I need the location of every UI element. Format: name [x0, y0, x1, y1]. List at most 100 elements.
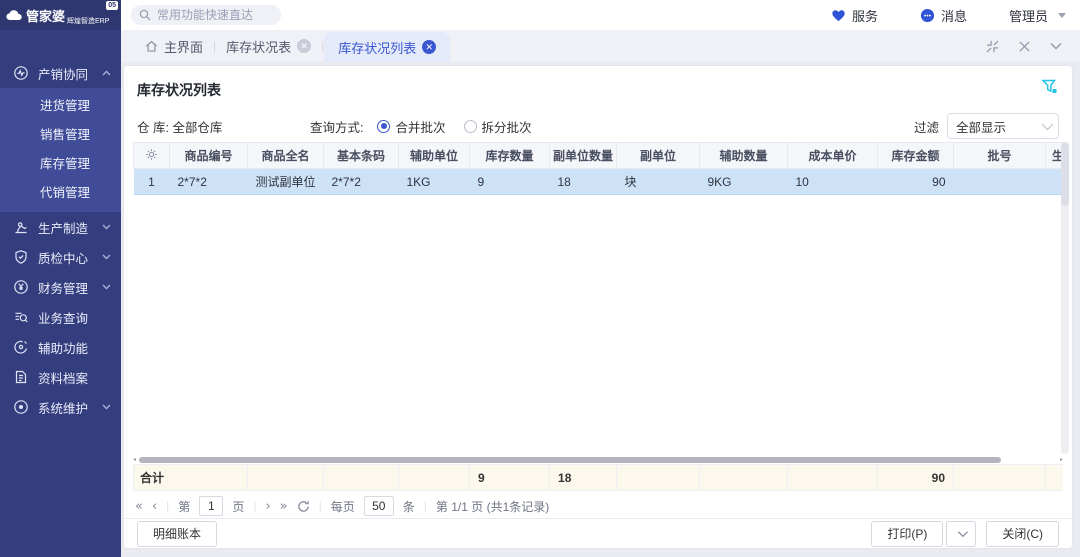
table-row-selected[interactable]: 1 2*7*2 测试副单位 2*7*2 1KG 9 18 块 9KG 10 90 [134, 169, 1064, 195]
column-header[interactable]: 库存金额 [878, 143, 954, 169]
refresh-icon[interactable] [297, 500, 310, 513]
radio-selected-icon [377, 120, 390, 133]
tab-home[interactable]: 主界面 [135, 30, 213, 62]
topbar-right: 服务 消息 管理员 [831, 6, 1066, 25]
detail-ledger-button[interactable]: 明细账本 [137, 521, 217, 547]
sidebar-subitem-xiaoshou[interactable]: 销售管理 [0, 121, 121, 150]
sidebar: 管家婆 辉煌智造ERP 05 产销协同 进货管理 销售管理 库存管理 代销管理 … [0, 0, 121, 557]
sidebar-item-ziliao[interactable]: 资料档案 [0, 362, 121, 392]
sidebar-subitem-daixiao[interactable]: 代销管理 [0, 179, 121, 208]
app-window: 管家婆 辉煌智造ERP 05 产销协同 进货管理 销售管理 库存管理 代销管理 … [0, 0, 1080, 557]
assist-tools-icon [13, 339, 29, 355]
tab-label: 主界面 [164, 37, 203, 56]
first-page-button[interactable]: « [135, 499, 143, 514]
display-filter-select[interactable]: 全部显示 [947, 113, 1059, 139]
chevron-down-icon [102, 404, 111, 410]
chevron-down-icon [102, 254, 111, 260]
cell-barcode: 2*7*2 [324, 169, 399, 195]
radio-label: 拆分批次 [482, 117, 532, 136]
chevron-down-icon [958, 527, 968, 537]
cell-batch-no [954, 169, 1046, 195]
divider: | [253, 499, 256, 513]
sidebar-item-shengchan[interactable]: 生产制造 [0, 212, 121, 242]
column-settings-header[interactable] [134, 143, 170, 169]
divider: | [319, 499, 322, 513]
sidebar-item-xitong[interactable]: 系统维护 [0, 392, 121, 422]
cell-aux-unit: 1KG [399, 169, 470, 195]
vertical-scrollbar[interactable] [1061, 142, 1069, 454]
home-icon [145, 40, 158, 52]
close-icon[interactable] [1019, 41, 1030, 52]
totals-stock-amount: 90 [878, 465, 954, 491]
sidebar-item-yewu[interactable]: 业务查询 [0, 302, 121, 332]
column-header[interactable]: 商品全名 [248, 143, 324, 169]
user-menu[interactable]: 管理员 [1009, 6, 1066, 25]
panel-footer: 明细账本 打印(P) 关闭(C) [124, 518, 1072, 548]
cell-stock-qty: 9 [470, 169, 550, 195]
display-filter-label: 过滤 [914, 117, 939, 136]
message-label: 消息 [941, 6, 967, 25]
sidebar-item-label: 业务查询 [38, 308, 88, 327]
chevron-down-icon [102, 224, 111, 230]
column-header[interactable]: 库存数量 [470, 143, 550, 169]
archive-folder-icon [13, 369, 29, 385]
scroll-right-arrow[interactable]: ▸ [1060, 457, 1063, 463]
close-button[interactable]: 关闭(C) [986, 521, 1059, 547]
search-icon [139, 9, 151, 21]
radio-split-batch[interactable]: 拆分批次 [464, 117, 532, 136]
print-button[interactable]: 打印(P) [871, 521, 943, 547]
per-page-input[interactable] [364, 496, 394, 516]
horizontal-scrollbar[interactable]: ◂ ▸ [133, 456, 1063, 464]
tab-inventory-report[interactable]: 库存状况表 ✕ [216, 30, 321, 62]
last-page-button[interactable]: » [280, 499, 288, 514]
service-menu[interactable]: 服务 [831, 6, 878, 25]
cloud-logo-icon [6, 9, 23, 21]
prev-page-button[interactable]: ‹ [152, 499, 157, 514]
search-input[interactable] [131, 5, 281, 25]
sidebar-item-fuzhu[interactable]: 辅助功能 [0, 332, 121, 362]
shield-check-icon [13, 249, 29, 265]
chevron-down-icon[interactable] [1050, 42, 1062, 50]
row-number: 1 [134, 169, 170, 195]
main-panel: 库存状况列表 仓 库: 全部仓库 查询方式: 合并批次 拆分批次 过滤 全部显示 [124, 66, 1072, 548]
column-header[interactable]: 副单位数量 [550, 143, 617, 169]
sidebar-item-label: 生产制造 [38, 218, 88, 237]
filter-funnel-icon[interactable] [1041, 78, 1058, 95]
vertical-scrollbar-thumb[interactable] [1061, 142, 1069, 206]
column-header[interactable]: 商品编号 [170, 143, 248, 169]
page-prefix: 第 [178, 498, 190, 515]
tab-close-icon[interactable]: ✕ [422, 40, 436, 54]
column-header[interactable]: 基本条码 [324, 143, 399, 169]
divider: | [424, 499, 427, 513]
horizontal-scrollbar-thumb[interactable] [139, 457, 1001, 463]
sidebar-subitem-kucun[interactable]: 库存管理 [0, 150, 121, 179]
inventory-table: 商品编号 商品全名 基本条码 辅助单位 库存数量 副单位数量 副单位 辅助数量 … [133, 142, 1063, 195]
per-page-prefix: 每页 [331, 498, 355, 515]
next-page-button[interactable]: › [265, 499, 270, 514]
page-number-input[interactable] [199, 496, 223, 516]
column-header[interactable]: 成本单价 [788, 143, 878, 169]
compress-icon[interactable] [986, 40, 999, 53]
column-header[interactable]: 批号 [954, 143, 1046, 169]
sidebar-item-chanxiao[interactable]: 产销协同 [0, 58, 121, 88]
print-options-button[interactable] [946, 521, 976, 547]
totals-label: 合计 [134, 465, 248, 491]
column-header[interactable]: 副单位 [617, 143, 700, 169]
cell-product-name: 测试副单位 [248, 169, 324, 195]
query-mode-radios: 合并批次 拆分批次 [377, 117, 531, 136]
sidebar-item-zhijian[interactable]: 质检中心 [0, 242, 121, 272]
radio-merge-batch[interactable]: 合并批次 [377, 117, 445, 136]
column-header[interactable]: 辅助数量 [700, 143, 788, 169]
sidebar-subitem-jinhuo[interactable]: 进货管理 [0, 92, 121, 121]
radio-label: 合并批次 [395, 117, 445, 136]
scroll-left-arrow[interactable]: ◂ [133, 457, 136, 463]
tab-close-icon[interactable]: ✕ [297, 39, 311, 53]
sidebar-item-caiwu[interactable]: 财务管理 [0, 272, 121, 302]
column-header[interactable]: 辅助单位 [399, 143, 470, 169]
display-filter-value: 全部显示 [956, 117, 1006, 136]
warehouse-filter[interactable]: 仓 库: 全部仓库 [137, 117, 310, 136]
totals-empty [617, 465, 700, 491]
brand-badge: 05 [106, 1, 118, 10]
tab-inventory-list-active[interactable]: 库存状况列表 ✕ [324, 32, 450, 62]
message-menu[interactable]: 消息 [920, 6, 967, 25]
